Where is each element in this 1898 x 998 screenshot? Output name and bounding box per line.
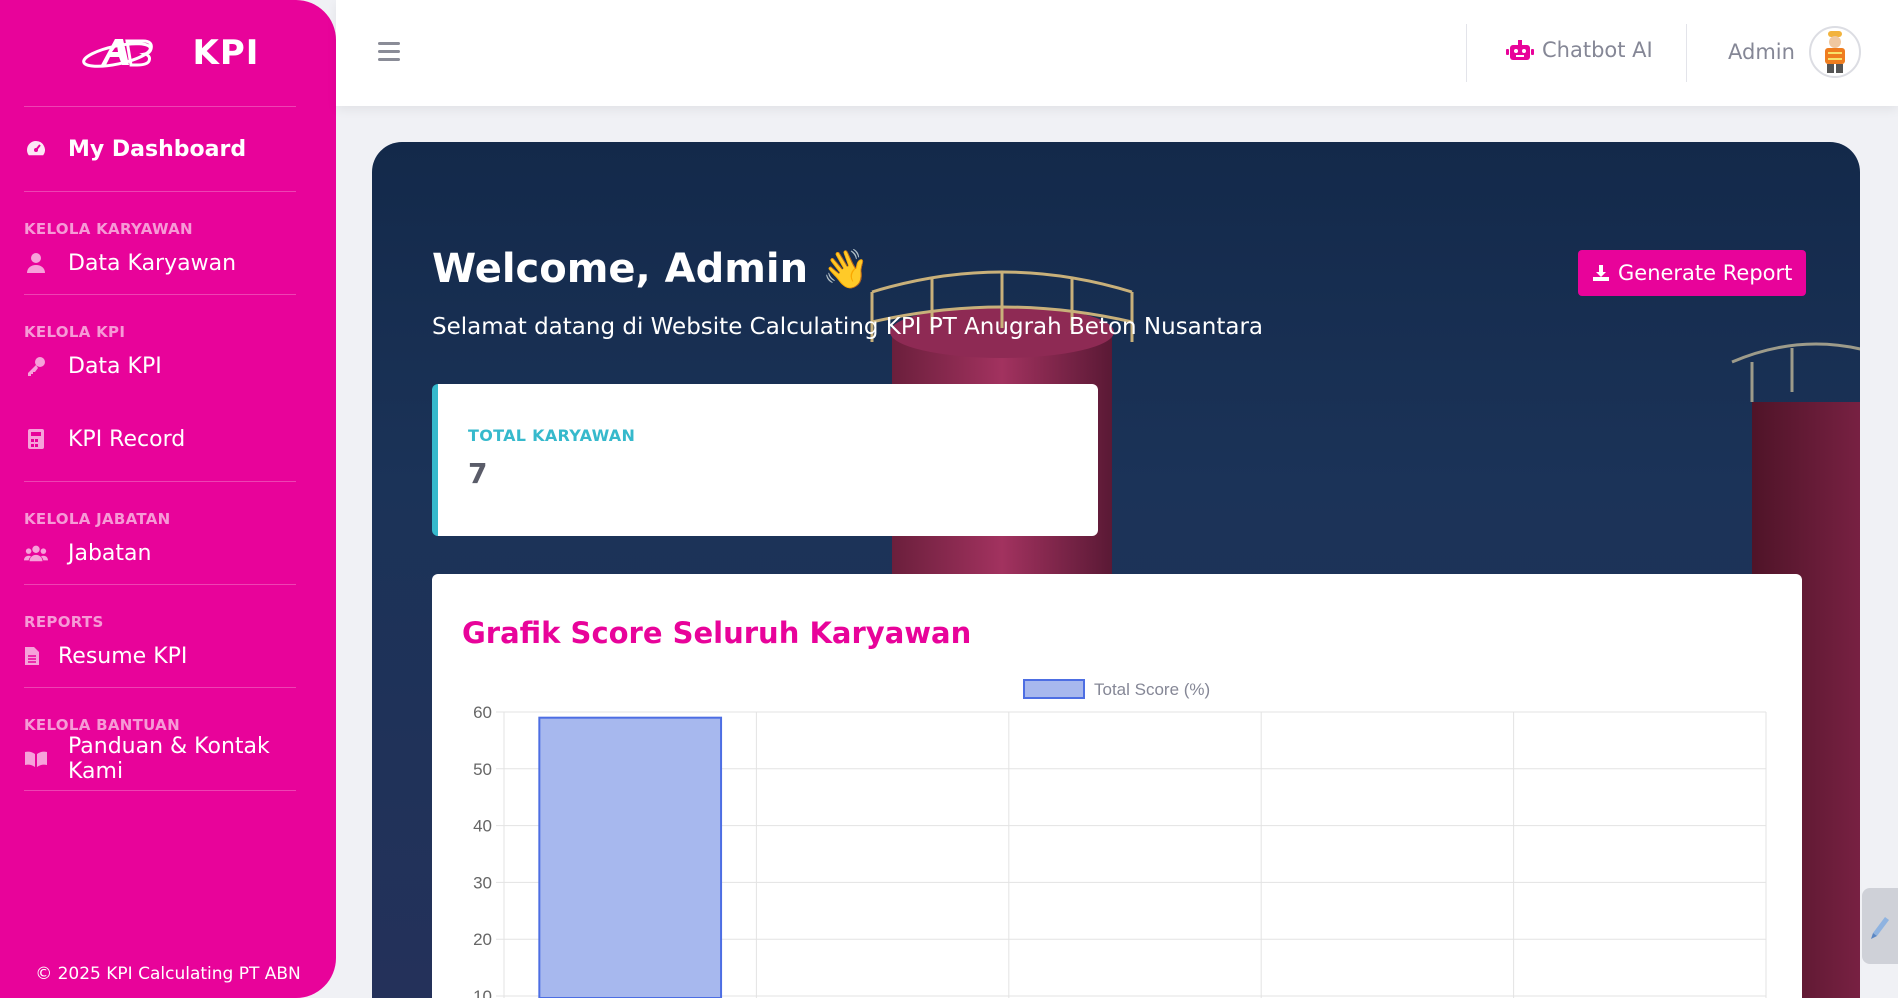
sidebar-item-kpi-record[interactable]: KPI Record <box>0 397 336 481</box>
sidebar-item-data-kpi[interactable]: Data KPI <box>0 335 336 397</box>
sidebar-heading: REPORTS <box>24 613 104 631</box>
sidebar-heading: KELOLA BANTUAN <box>24 716 180 734</box>
generate-report-button[interactable]: Generate Report <box>1578 250 1807 296</box>
sidebar-item-label: Data Karyawan <box>68 250 237 276</box>
sidebar-item-jabatan[interactable]: Jabatan <box>0 522 336 584</box>
sidebar-heading: KELOLA KARYAWAN <box>24 220 193 238</box>
y-tick-label: 20 <box>473 930 492 949</box>
score-chart-card: Grafik Score Seluruh Karyawan Total Scor… <box>432 574 1802 998</box>
sidebar-item-label: Panduan & Kontak Kami <box>68 734 270 784</box>
sidebar-heading: KELOLA KPI <box>24 323 126 341</box>
avatar <box>1808 26 1861 78</box>
sidebar-item-label: Data KPI <box>68 353 162 379</box>
y-tick-label: 10 <box>473 987 492 998</box>
file-icon <box>24 644 40 668</box>
chart-bar <box>538 716 723 998</box>
sidebar-item-label: Jabatan <box>68 540 152 566</box>
users-icon <box>24 541 48 565</box>
sidebar-item-data-karyawan[interactable]: Data Karyawan <box>0 232 336 294</box>
stat-label: TOTAL KARYAWAN <box>468 426 636 445</box>
side-panel-tab[interactable] <box>1862 888 1898 964</box>
legend-swatch <box>1023 679 1085 699</box>
score-bar-chart: Total Score (%) 10 20 30 40 50 60 <box>473 679 1767 998</box>
calculator-icon <box>24 427 48 451</box>
brand[interactable]: KPI <box>0 0 336 106</box>
chatbot-label: Chatbot AI <box>1542 38 1653 62</box>
y-tick-label: 30 <box>473 873 492 892</box>
brand-logo-icon <box>81 39 153 68</box>
total-karyawan-card: TOTAL KARYAWAN 7 <box>432 384 1098 536</box>
sidebar-item-dashboard[interactable]: My Dashboard <box>0 107 336 191</box>
welcome-subtitle: Selamat datang di Website Calculating KP… <box>432 314 1264 340</box>
download-icon <box>1593 265 1609 281</box>
edit-icon <box>1871 917 1889 939</box>
chatbot-ai-link[interactable]: Chatbot AI <box>1506 38 1653 62</box>
sidebar-item-resume-kpi[interactable]: Resume KPI <box>0 625 336 687</box>
legend-label: Total Score (%) <box>1094 680 1210 699</box>
user-menu[interactable]: Admin <box>1728 26 1861 78</box>
robot-icon <box>1506 40 1534 60</box>
y-tick-label: 40 <box>473 817 492 836</box>
y-tick-label: 50 <box>473 760 492 779</box>
sidebar-heading: KELOLA JABATAN <box>24 510 171 528</box>
sidebar-item-panduan[interactable]: Panduan & Kontak Kami <box>0 728 336 790</box>
brand-name: KPI <box>192 33 260 73</box>
book-icon <box>24 747 48 771</box>
key-icon <box>24 354 48 378</box>
waving-hand-icon: 👋 <box>822 246 870 291</box>
welcome-text: Welcome, Admin <box>432 246 809 292</box>
menu-toggle-icon[interactable] <box>378 42 400 62</box>
welcome-heading: Welcome, Admin 👋 <box>432 246 869 292</box>
sidebar-footer: © 2025 KPI Calculating PT ABN <box>35 964 301 984</box>
generate-report-label: Generate Report <box>1618 261 1793 285</box>
tachometer-icon <box>24 137 48 161</box>
stat-value: 7 <box>468 457 488 490</box>
topbar: Chatbot AI Admin <box>336 0 1898 106</box>
sidebar-item-label: KPI Record <box>68 426 186 452</box>
y-tick-label: 60 <box>473 703 492 722</box>
topbar-divider <box>1686 24 1687 82</box>
sidebar-item-label: Resume KPI <box>58 643 188 669</box>
topbar-divider <box>1466 24 1467 82</box>
user-name: Admin <box>1728 40 1795 64</box>
sidebar: KPI My Dashboard KELOLA KARYAWAN Data Ka… <box>0 0 336 998</box>
sidebar-divider <box>24 790 296 791</box>
user-icon <box>24 251 48 275</box>
sidebar-item-label: My Dashboard <box>68 136 247 162</box>
